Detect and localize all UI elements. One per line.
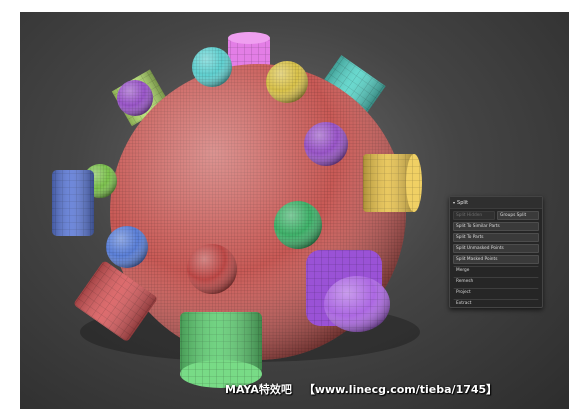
watermark-brand: MAYA特效吧 bbox=[225, 383, 292, 396]
sphere-red-center bbox=[187, 244, 237, 294]
watermark: MAYA特效吧 【www.linecg.com/tieba/1745】 bbox=[225, 381, 565, 399]
cylinder-blue-left bbox=[52, 170, 94, 236]
project-button[interactable]: Project bbox=[453, 288, 539, 297]
cylinder-purple-bottom-right bbox=[306, 250, 390, 332]
3d-viewport[interactable]: ▾ Split Split Hidden Groups Split Split T… bbox=[20, 12, 569, 409]
split-subpalette: ▾ Split Split Hidden Groups Split Split T… bbox=[449, 196, 543, 308]
split-similar-parts-button[interactable]: Split To Similar Parts bbox=[453, 222, 539, 231]
sphere-green-center bbox=[274, 201, 322, 249]
sphere-yellow-top bbox=[266, 61, 308, 103]
sphere-cyan-top bbox=[192, 47, 232, 87]
split-panel-title-label: Split bbox=[457, 200, 469, 206]
remesh-button[interactable]: Remesh bbox=[453, 277, 539, 286]
split-masked-points-button[interactable]: Split Masked Points bbox=[453, 255, 539, 264]
merge-button[interactable]: Merge bbox=[453, 266, 539, 275]
split-top-row: Split Hidden Groups Split bbox=[453, 211, 539, 220]
cylinder-green-bottom bbox=[180, 312, 262, 388]
sphere-blue-left bbox=[106, 226, 148, 268]
split-to-parts-button[interactable]: Split To Parts bbox=[453, 233, 539, 242]
groups-split-button[interactable]: Groups Split bbox=[497, 211, 539, 220]
split-hidden-button[interactable]: Split Hidden bbox=[453, 211, 495, 220]
watermark-url: 【www.linecg.com/tieba/1745】 bbox=[303, 383, 498, 396]
sphere-purple-right bbox=[304, 122, 348, 166]
collapse-arrow-icon[interactable]: ▾ bbox=[453, 200, 455, 205]
split-panel-title[interactable]: ▾ Split bbox=[450, 197, 542, 209]
cylinder-yellow-right bbox=[363, 154, 422, 212]
sphere-purple-top-left bbox=[117, 80, 153, 116]
split-unmasked-points-button[interactable]: Split Unmasked Points bbox=[453, 244, 539, 253]
extract-button[interactable]: Extract bbox=[453, 299, 539, 308]
